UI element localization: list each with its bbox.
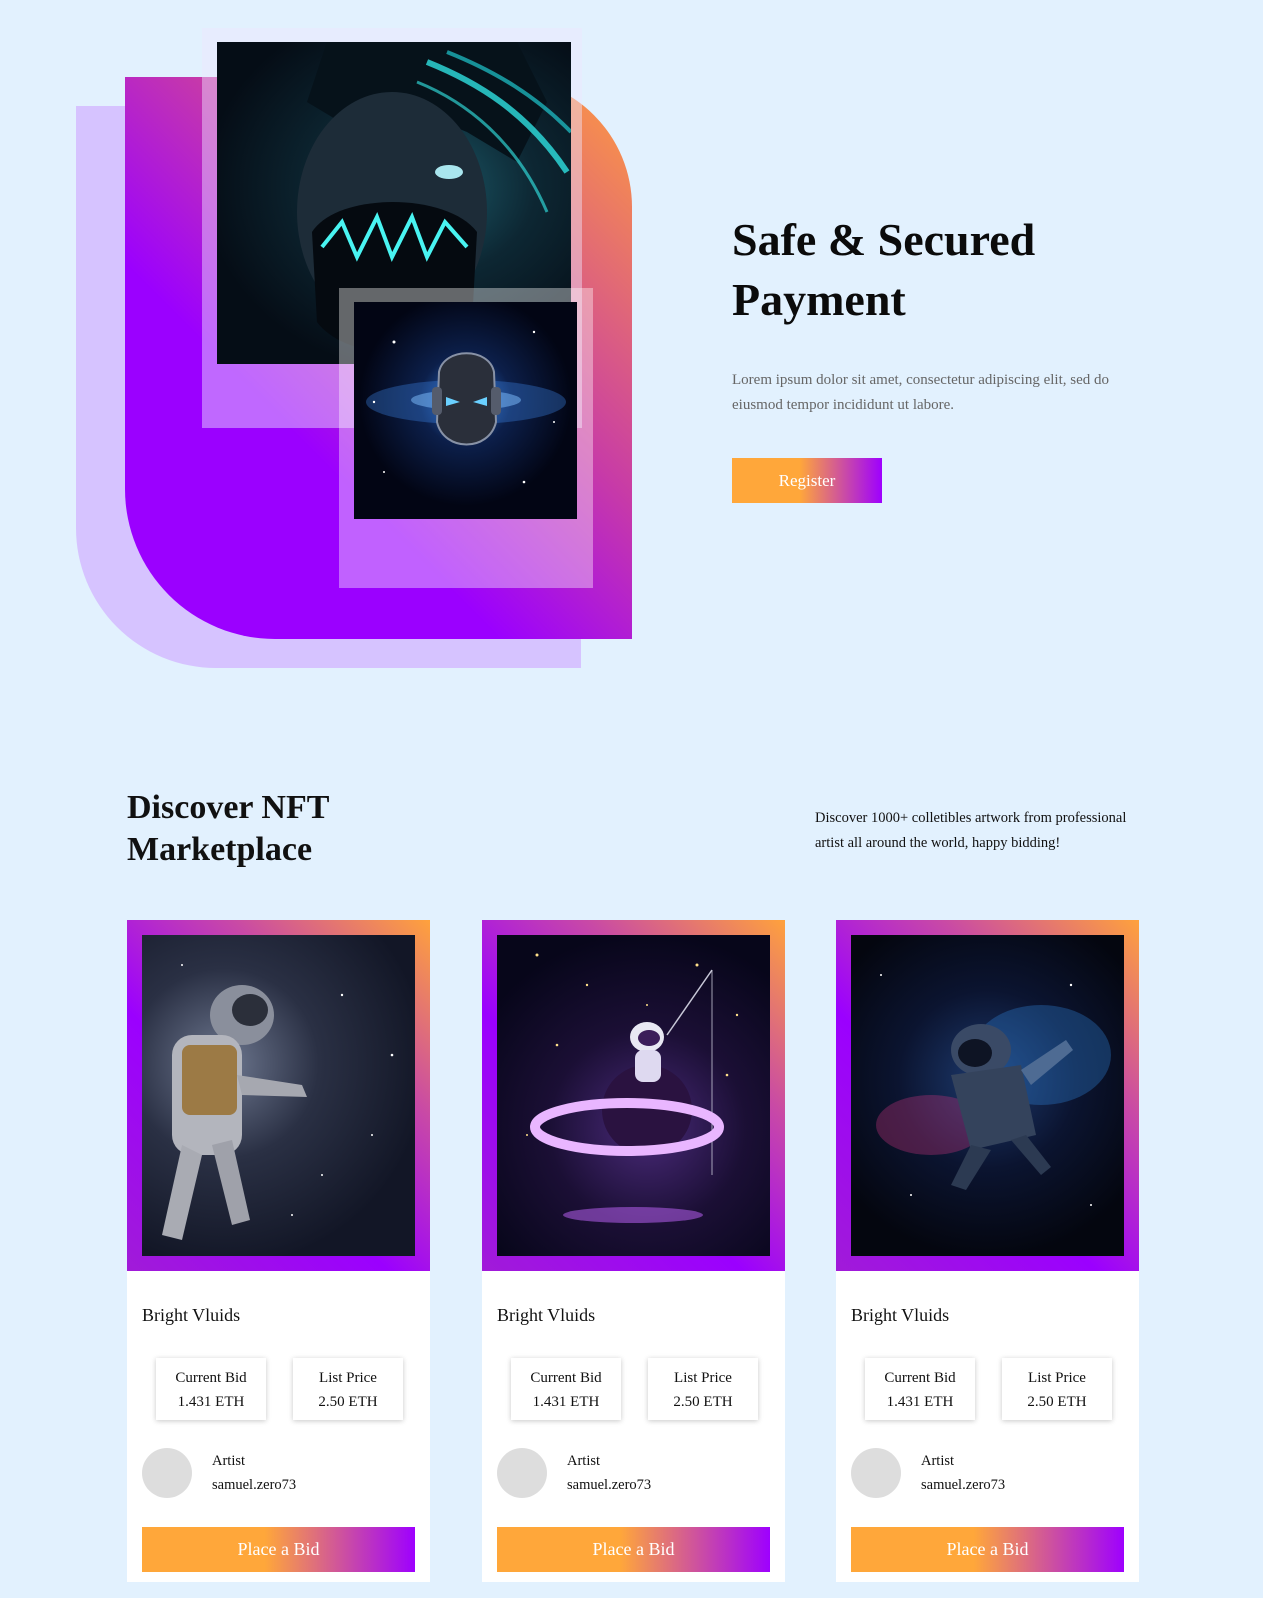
- artist-info: Artist samuel.zero73: [567, 1449, 651, 1497]
- hero-description: Lorem ipsum dolor sit amet, consectetur …: [732, 372, 1109, 413]
- current-bid-label: Current Bid: [530, 1370, 602, 1386]
- nft-card-title: Bright Vluids: [851, 1305, 950, 1325]
- list-price-label: List Price: [319, 1370, 377, 1386]
- list-price-value: 2.50 ETH: [673, 1394, 733, 1410]
- nft-card-image-frame: [127, 920, 430, 1271]
- list-price-box: List Price 2.50 ETH: [648, 1358, 758, 1420]
- hero-text-block: Safe & Secured Payment Lorem ipsum dolor…: [732, 210, 1152, 503]
- list-price-value: 2.50 ETH: [318, 1394, 378, 1410]
- place-bid-button[interactable]: Place a Bid: [497, 1527, 770, 1572]
- current-bid-value: 1.431 ETH: [886, 1394, 954, 1410]
- artist-info: Artist samuel.zero73: [921, 1449, 1005, 1497]
- marketplace-title: Discover NFT Marketplace: [127, 789, 329, 868]
- list-price-box: List Price 2.50 ETH: [1002, 1358, 1112, 1420]
- hero-title: Safe & Secured Payment: [732, 214, 1036, 325]
- current-bid-box: Current Bid 1.431 ETH: [865, 1358, 975, 1420]
- current-bid-label: Current Bid: [175, 1370, 247, 1386]
- hero-cyber-helmet-image: [354, 302, 577, 519]
- nft-card-title: Bright Vluids: [142, 1305, 241, 1325]
- artist-avatar[interactable]: [142, 1448, 192, 1498]
- current-bid-label: Current Bid: [884, 1370, 956, 1386]
- current-bid-value: 1.431 ETH: [532, 1394, 600, 1410]
- list-price-label: List Price: [1028, 1370, 1086, 1386]
- nft-card-image-frame: [836, 920, 1139, 1271]
- artist-name[interactable]: samuel.zero73: [567, 1473, 651, 1497]
- place-bid-button[interactable]: Place a Bid: [851, 1527, 1124, 1572]
- list-price-box: List Price 2.50 ETH: [293, 1358, 403, 1420]
- artist-label: Artist: [567, 1453, 601, 1469]
- nft-card-prices: Current Bid 1.431 ETH List Price 2.50 ET…: [511, 1358, 785, 1420]
- artist-avatar[interactable]: [497, 1448, 547, 1498]
- register-button[interactable]: Register: [732, 458, 882, 503]
- current-bid-box: Current Bid 1.431 ETH: [156, 1358, 266, 1420]
- nft-card: Bright Vluids Current Bid 1.431 ETH List…: [482, 920, 785, 1582]
- nft-card-title: Bright Vluids: [497, 1305, 596, 1325]
- hero-section: Safe & Secured Payment Lorem ipsum dolor…: [0, 0, 1263, 700]
- current-bid-box: Current Bid 1.431 ETH: [511, 1358, 621, 1420]
- place-bid-button[interactable]: Place a Bid: [142, 1527, 415, 1572]
- artist-row: Artist samuel.zero73: [851, 1448, 1139, 1498]
- artist-label: Artist: [212, 1453, 246, 1469]
- astronaut-planet-image[interactable]: [497, 935, 770, 1256]
- artist-name[interactable]: samuel.zero73: [921, 1473, 1005, 1497]
- artist-row: Artist samuel.zero73: [497, 1448, 785, 1498]
- artist-avatar[interactable]: [851, 1448, 901, 1498]
- astronaut-floating-image[interactable]: [142, 935, 415, 1256]
- artist-row: Artist samuel.zero73: [142, 1448, 430, 1498]
- marketplace-description: Discover 1000+ colletibles artwork from …: [815, 810, 1127, 851]
- artist-label: Artist: [921, 1453, 955, 1469]
- artist-name[interactable]: samuel.zero73: [212, 1473, 296, 1497]
- nft-card-prices: Current Bid 1.431 ETH List Price 2.50 ET…: [156, 1358, 430, 1420]
- nft-card: Bright Vluids Current Bid 1.431 ETH List…: [127, 920, 430, 1582]
- nft-card-prices: Current Bid 1.431 ETH List Price 2.50 ET…: [865, 1358, 1139, 1420]
- astronaut-nebula-image[interactable]: [851, 935, 1124, 1256]
- current-bid-value: 1.431 ETH: [177, 1394, 245, 1410]
- list-price-value: 2.50 ETH: [1027, 1394, 1087, 1410]
- artist-info: Artist samuel.zero73: [212, 1449, 296, 1497]
- nft-card-image-frame: [482, 920, 785, 1271]
- nft-card: Bright Vluids Current Bid 1.431 ETH List…: [836, 920, 1139, 1582]
- list-price-label: List Price: [674, 1370, 732, 1386]
